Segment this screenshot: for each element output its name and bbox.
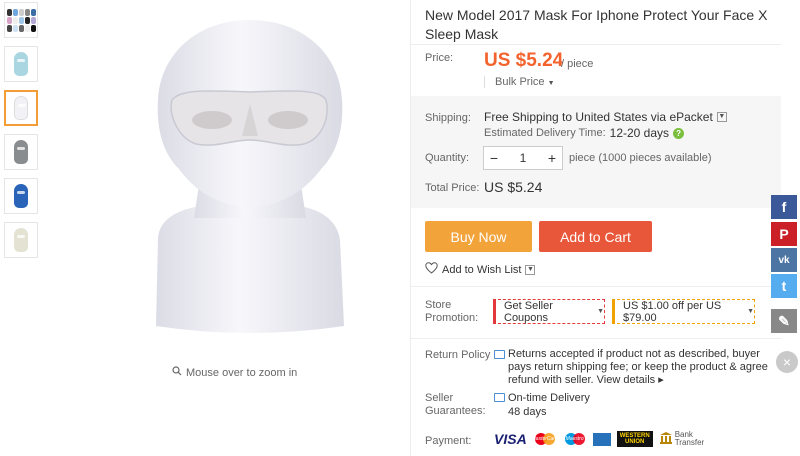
price-label: Price: bbox=[425, 52, 454, 64]
bank-icon bbox=[659, 431, 673, 447]
return-policy-text: Returns accepted if product not as descr… bbox=[508, 348, 778, 387]
white-mask-image bbox=[14, 96, 28, 120]
edit-share-button[interactable]: ✎ bbox=[771, 309, 797, 333]
quantity-stepper: − 1 + bbox=[483, 146, 563, 170]
beige-mask-image bbox=[14, 228, 28, 252]
thumbnail-3-selected[interactable] bbox=[4, 90, 38, 126]
gray-mask-image bbox=[14, 140, 28, 164]
discount-label: US $1.00 off per US $79.00 bbox=[623, 299, 722, 324]
quantity-availability: piece (1000 pieces available) bbox=[569, 152, 712, 164]
buy-now-button[interactable]: Buy Now bbox=[425, 221, 532, 252]
guarantee-line1: On-time Delivery bbox=[508, 392, 590, 404]
quantity-input[interactable]: 1 bbox=[520, 151, 527, 165]
promotion-label-line2: Promotion: bbox=[425, 312, 479, 324]
guarantee-line2: 48 days bbox=[508, 406, 547, 418]
section-divider bbox=[411, 286, 781, 287]
chevron-down-icon: ▼ bbox=[747, 308, 754, 315]
discount-offer[interactable]: US $1.00 off per US $79.00 ▼ bbox=[612, 299, 755, 324]
payment-methods: VISA MasterCard Maestro WESTERN UNION Ban… bbox=[494, 431, 704, 447]
thumbnail-5[interactable] bbox=[4, 178, 38, 214]
visa-logo: VISA bbox=[494, 431, 527, 447]
shipping-selector[interactable]: Free Shipping to United States via ePack… bbox=[484, 110, 727, 124]
mastercard-logo: MasterCard bbox=[532, 431, 558, 447]
maestro-logo: Maestro bbox=[563, 431, 587, 447]
bulk-price-dropdown[interactable]: Bulk Price ▼ bbox=[484, 76, 555, 88]
help-icon[interactable]: ? bbox=[673, 127, 685, 139]
add-to-wishlist-button[interactable]: Add to Wish List ▼ bbox=[425, 262, 536, 277]
wishlist-label: Add to Wish List bbox=[442, 263, 522, 276]
western-union-logo: WESTERN UNION bbox=[616, 431, 653, 447]
thumbnail-6[interactable] bbox=[4, 222, 38, 258]
guarantees-label-line1: Seller bbox=[425, 392, 454, 404]
price-unit: / piece bbox=[561, 58, 594, 70]
coupon-label: Get Seller Coupons bbox=[504, 299, 553, 324]
thumbnail-list bbox=[4, 2, 40, 266]
pinterest-icon: P bbox=[779, 226, 789, 242]
zoom-hint-text: Mouse over to zoom in bbox=[186, 366, 298, 379]
zoom-hint: Mouse over to zoom in bbox=[172, 366, 297, 379]
thumbnail-1[interactable] bbox=[4, 2, 38, 38]
guarantees-label: Seller Guarantees: bbox=[425, 392, 486, 418]
bulk-price-label: Bulk Price bbox=[495, 76, 545, 88]
promotion-label: Store Promotion: bbox=[425, 299, 478, 325]
close-icon[interactable]: × bbox=[776, 351, 798, 373]
thumbnail-2[interactable] bbox=[4, 46, 38, 82]
quantity-increase-button[interactable]: + bbox=[542, 150, 562, 166]
facebook-icon: f bbox=[781, 199, 787, 215]
title-divider bbox=[411, 44, 781, 45]
view-details-link[interactable]: View details ▸ bbox=[597, 374, 664, 386]
product-title: New Model 2017 Mask For Iphone Protect Y… bbox=[425, 7, 768, 42]
return-policy-label: Return Policy bbox=[425, 349, 491, 361]
amex-logo bbox=[592, 432, 611, 446]
delivery-value: 12-20 days bbox=[609, 126, 670, 140]
get-seller-coupons-button[interactable]: Get Seller Coupons ▼ bbox=[493, 299, 605, 324]
price-value: US $5.24 bbox=[484, 50, 564, 71]
return-policy-icon bbox=[494, 350, 505, 359]
twitter-share-button[interactable]: t bbox=[771, 274, 797, 298]
pencil-icon: ✎ bbox=[778, 312, 790, 329]
light-blue-mask-image bbox=[14, 52, 28, 76]
column-divider bbox=[410, 0, 411, 456]
total-price-value: US $5.24 bbox=[484, 179, 543, 195]
quantity-label: Quantity: bbox=[425, 152, 470, 164]
heart-icon bbox=[425, 262, 438, 277]
magnifier-icon bbox=[172, 366, 182, 379]
guarantees-text: On-time Delivery 48 days bbox=[508, 391, 590, 419]
quantity-decrease-button[interactable]: − bbox=[484, 150, 504, 166]
guarantees-label-line2: Guarantees: bbox=[425, 405, 486, 417]
delivery-time: Estimated Delivery Time: 12-20 days ? bbox=[484, 126, 685, 140]
facebook-share-button[interactable]: f bbox=[771, 195, 797, 219]
delivery-truck-icon bbox=[494, 393, 505, 402]
chevron-down-icon: ▼ bbox=[716, 112, 727, 122]
blue-camo-mask-image bbox=[14, 184, 28, 208]
vk-share-button[interactable]: vk bbox=[771, 248, 797, 272]
shipping-label: Shipping: bbox=[425, 112, 471, 124]
shipping-text: Free Shipping to United States via ePack… bbox=[484, 110, 713, 124]
bank-transfer-logo: Bank Transfer bbox=[659, 431, 704, 447]
payment-label: Payment: bbox=[425, 435, 472, 447]
thumbnail-4[interactable] bbox=[4, 134, 38, 170]
main-product-image[interactable] bbox=[100, 8, 400, 348]
chevron-down-icon: ▼ bbox=[547, 80, 555, 87]
vk-icon: vk bbox=[778, 254, 790, 266]
pinterest-share-button[interactable]: P bbox=[771, 222, 797, 246]
chevron-down-icon[interactable]: ▼ bbox=[525, 264, 536, 275]
multi-color-masks-image bbox=[6, 8, 36, 32]
chevron-down-icon: ▼ bbox=[597, 308, 604, 315]
add-to-cart-button[interactable]: Add to Cart bbox=[539, 221, 652, 252]
twitter-icon: t bbox=[781, 278, 787, 294]
delivery-label: Estimated Delivery Time: bbox=[484, 127, 606, 139]
section-divider bbox=[411, 338, 781, 339]
promotion-label-line1: Store bbox=[425, 299, 452, 311]
total-price-label: Total Price: bbox=[425, 182, 480, 194]
